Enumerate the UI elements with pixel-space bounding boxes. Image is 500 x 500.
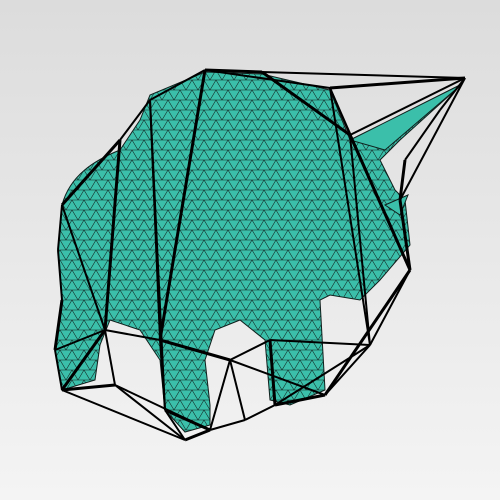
model-render	[53, 68, 466, 442]
hull-edge	[399, 77, 466, 201]
hull-edge	[209, 359, 231, 431]
hull-edge	[104, 329, 116, 386]
hull-edge	[244, 404, 276, 421]
hull-edge	[229, 339, 271, 361]
hull-edge	[229, 359, 246, 421]
hull-edge	[261, 71, 466, 79]
hull-edge	[209, 419, 246, 431]
hull-edge	[329, 76, 466, 90]
render-viewport	[0, 0, 500, 500]
hull-edge	[184, 428, 211, 442]
